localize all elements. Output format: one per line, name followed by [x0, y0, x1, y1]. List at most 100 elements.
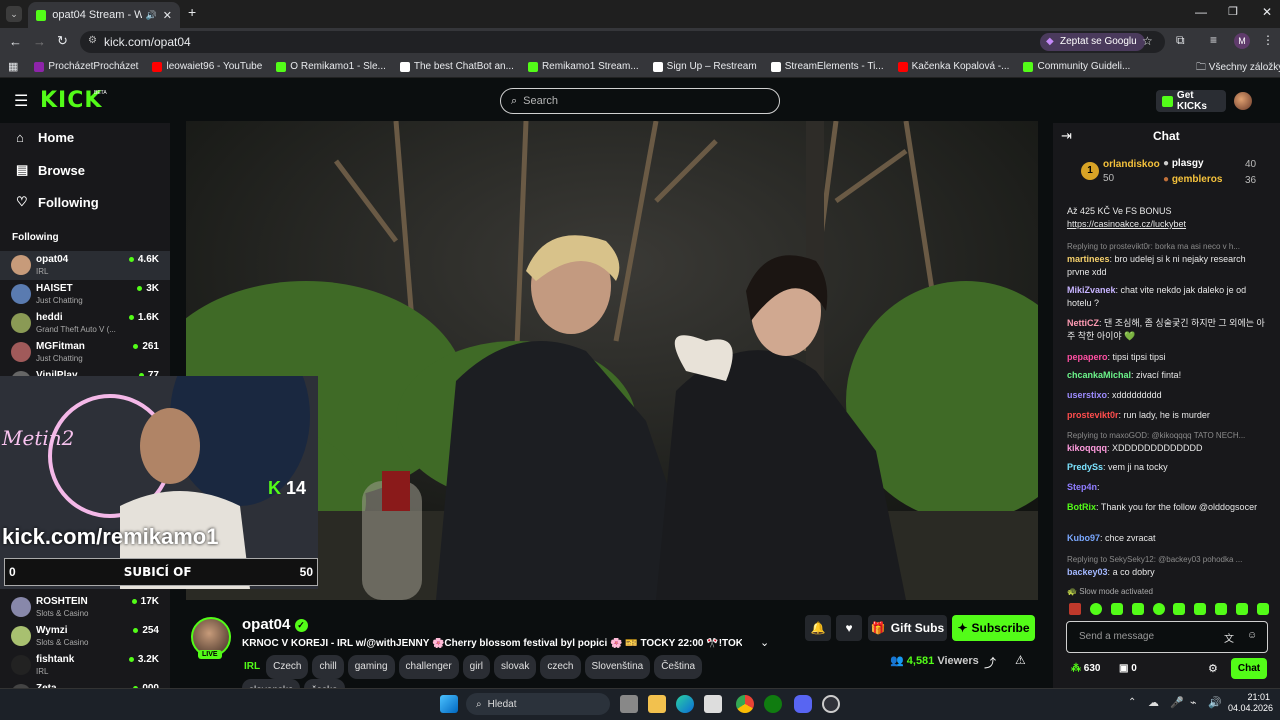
volume-icon[interactable]: 🔊 — [1208, 696, 1222, 709]
sidebar-item-opat04[interactable]: opat04 IRL 4.6K — [0, 251, 170, 280]
audio-icon[interactable]: 🔊 — [146, 10, 157, 21]
chat-send-button[interactable]: Chat — [1231, 658, 1267, 679]
bookmark-item[interactable]: ProcházetProcházet — [34, 61, 138, 72]
store-icon[interactable] — [704, 695, 722, 713]
chat-username[interactable]: Kubo97 — [1067, 533, 1100, 543]
sidebar-item-home[interactable]: ⌂ Home — [16, 130, 74, 145]
stream-tag[interactable]: Czech — [266, 655, 309, 679]
extensions-icon[interactable]: ⧉ — [1176, 33, 1185, 48]
new-tab-button[interactable]: + — [188, 4, 196, 20]
stream-tag[interactable]: chill — [312, 655, 344, 679]
sidebar-item-haiset[interactable]: HAISET Just Chatting 3K — [0, 280, 170, 309]
chat-message[interactable]: Replying to SekySeky12: @backey03 pohodk… — [1067, 553, 1267, 579]
stream-tag[interactable]: gaming — [347, 655, 395, 679]
bookmark-item[interactable]: leowaiet96 - YouTube — [152, 61, 262, 72]
chat-message[interactable]: Step4n: — [1067, 481, 1267, 494]
stream-tag[interactable]: Slovenština — [584, 655, 651, 679]
chat-message[interactable]: Replying to maxoGOD: @kikoqqqq TATO NECH… — [1067, 429, 1267, 455]
bookmark-item[interactable]: The best ChatBot an... — [399, 61, 514, 72]
chat-username[interactable]: PredySs — [1067, 462, 1103, 472]
follow-heart-button[interactable]: ♥ — [836, 615, 862, 641]
get-kicks-button[interactable]: Get KICKs — [1156, 90, 1226, 112]
chat-message[interactable]: PredySs: vem ji na tocky — [1067, 461, 1267, 474]
bookmark-item[interactable]: StreamElements - Ti... — [770, 61, 884, 72]
sidebar-item-following[interactable]: ♡ Following — [16, 194, 99, 210]
taskbar-clock[interactable]: 21:01 04.04.2026 — [1228, 692, 1273, 714]
search-input[interactable]: ⌕ Search — [500, 88, 780, 114]
account-avatar[interactable]: M — [1234, 33, 1250, 49]
share-icon[interactable]: ⤴ — [984, 654, 996, 671]
chat-message[interactable]: prostevikt0r: run lady, he is murder — [1067, 409, 1267, 422]
emote-icon[interactable] — [1152, 603, 1165, 615]
obs-icon[interactable] — [822, 695, 840, 713]
chat-input[interactable]: Send a message 文 ☺ — [1066, 621, 1268, 653]
forward-icon[interactable]: → — [33, 34, 46, 49]
minimize-button[interactable]: — — [1195, 5, 1207, 19]
collapse-chat-icon[interactable]: ⇥ — [1061, 128, 1072, 144]
emote-icon[interactable] — [1256, 603, 1269, 615]
chat-username[interactable]: prostevikt0r — [1067, 410, 1119, 420]
channel-name[interactable]: opat04 ✓ — [242, 616, 308, 633]
pinned-link[interactable]: https://casinoakce.cz/luckybet — [1067, 218, 1267, 231]
bookmark-item[interactable]: Remikamo1 Stream... — [527, 61, 639, 72]
leader-2-name[interactable]: ● plasgy — [1163, 158, 1204, 169]
chat-username[interactable]: userstixo — [1067, 390, 1107, 400]
emote-icon[interactable] — [1236, 603, 1248, 615]
bookmark-item[interactable]: Community Guideli... — [1023, 61, 1130, 72]
chat-settings-icon[interactable]: ⚙ — [1208, 662, 1218, 675]
file-explorer-icon[interactable] — [648, 695, 666, 713]
close-window-button[interactable]: ✕ — [1262, 5, 1272, 19]
sidebar-item-wymzi[interactable]: Wymzi Slots & Casino 254 — [0, 622, 170, 651]
chat-message[interactable]: Replying to prostevikt0r: borka ma asi n… — [1067, 240, 1267, 279]
emote-icon[interactable] — [1089, 603, 1102, 615]
chat-message[interactable]: BotRix: Thank you for the follow @olddog… — [1067, 501, 1267, 514]
maximize-button[interactable]: ❐ — [1228, 5, 1238, 18]
network-icon[interactable]: ⌁ — [1190, 696, 1197, 709]
notification-bell-button[interactable]: 🔔 — [805, 615, 831, 641]
emote-icon[interactable] — [1131, 603, 1144, 615]
tab-search-button[interactable]: ⌄ — [6, 6, 22, 22]
bookmark-item[interactable]: Kačenka Kopalová -... — [897, 61, 1009, 72]
chat-username[interactable]: Step4n — [1067, 482, 1097, 492]
chat-message[interactable]: chcankaMichal: zivací finta! — [1067, 369, 1267, 382]
cloud-icon[interactable]: ☁ — [1148, 696, 1159, 709]
kicks-balance[interactable]: ⁂ 630 — [1071, 663, 1100, 674]
chrome-icon[interactable] — [736, 695, 754, 713]
emote-icon[interactable] — [1069, 603, 1081, 615]
stream-tag[interactable]: girl — [462, 655, 491, 679]
menu-icon[interactable]: ⋮ — [1262, 33, 1274, 47]
tab-close-icon[interactable]: ✕ — [163, 9, 172, 22]
chat-username[interactable]: chcankaMichal — [1067, 370, 1131, 380]
emote-icon[interactable] — [1173, 603, 1186, 615]
chat-username[interactable]: pepapero — [1067, 352, 1108, 362]
sidebar-item-mgfitman[interactable]: MGFitman Just Chatting 261 — [0, 338, 170, 367]
chat-username[interactable]: kikoqqqq — [1067, 443, 1107, 453]
start-icon[interactable] — [440, 695, 458, 713]
sidebar-item-browse[interactable]: ▤ Browse — [16, 162, 85, 178]
gift-subs-button[interactable]: 🎁 Gift Subs — [868, 615, 947, 641]
reading-list-icon[interactable]: ≡ — [1210, 33, 1217, 47]
microphone-icon[interactable]: 🎤 — [1170, 696, 1184, 709]
taskbar-search[interactable]: ⌕ Hledat — [466, 693, 610, 715]
site-info-icon[interactable]: ⚙ — [88, 35, 97, 46]
translate-icon[interactable]: 文 — [1224, 630, 1234, 645]
chat-username[interactable]: martinees — [1067, 254, 1110, 264]
sidebar-item-roshtein[interactable]: ROSHTEIN Slots & Casino 17K — [0, 593, 170, 622]
emote-icon[interactable] — [1110, 603, 1123, 615]
edge-icon[interactable] — [676, 695, 694, 713]
bookmark-star-icon[interactable]: ☆ — [1142, 34, 1153, 48]
stream-tag[interactable]: IRL — [242, 655, 262, 679]
bookmark-item[interactable]: O Remikamo1 - Sle... — [276, 61, 386, 72]
leader-1-name[interactable]: orlandiskoo — [1103, 159, 1160, 170]
points-balance[interactable]: ▣ 0 — [1119, 663, 1137, 674]
expand-title-icon[interactable]: ⌄ — [760, 636, 769, 649]
tray-overflow-icon[interactable]: ⌃ — [1128, 697, 1136, 708]
xbox-icon[interactable] — [764, 695, 782, 713]
chat-message[interactable]: pepapero: tipsi tipsi tipsi — [1067, 351, 1267, 364]
chat-username[interactable]: backey03 — [1067, 567, 1108, 577]
apps-icon[interactable]: ▦ — [8, 60, 18, 73]
task-view-icon[interactable] — [620, 695, 638, 713]
subscribe-button[interactable]: ✦ Subscribe — [952, 615, 1035, 641]
stream-tag[interactable]: czech — [540, 655, 581, 679]
emote-icon[interactable] — [1215, 603, 1228, 615]
